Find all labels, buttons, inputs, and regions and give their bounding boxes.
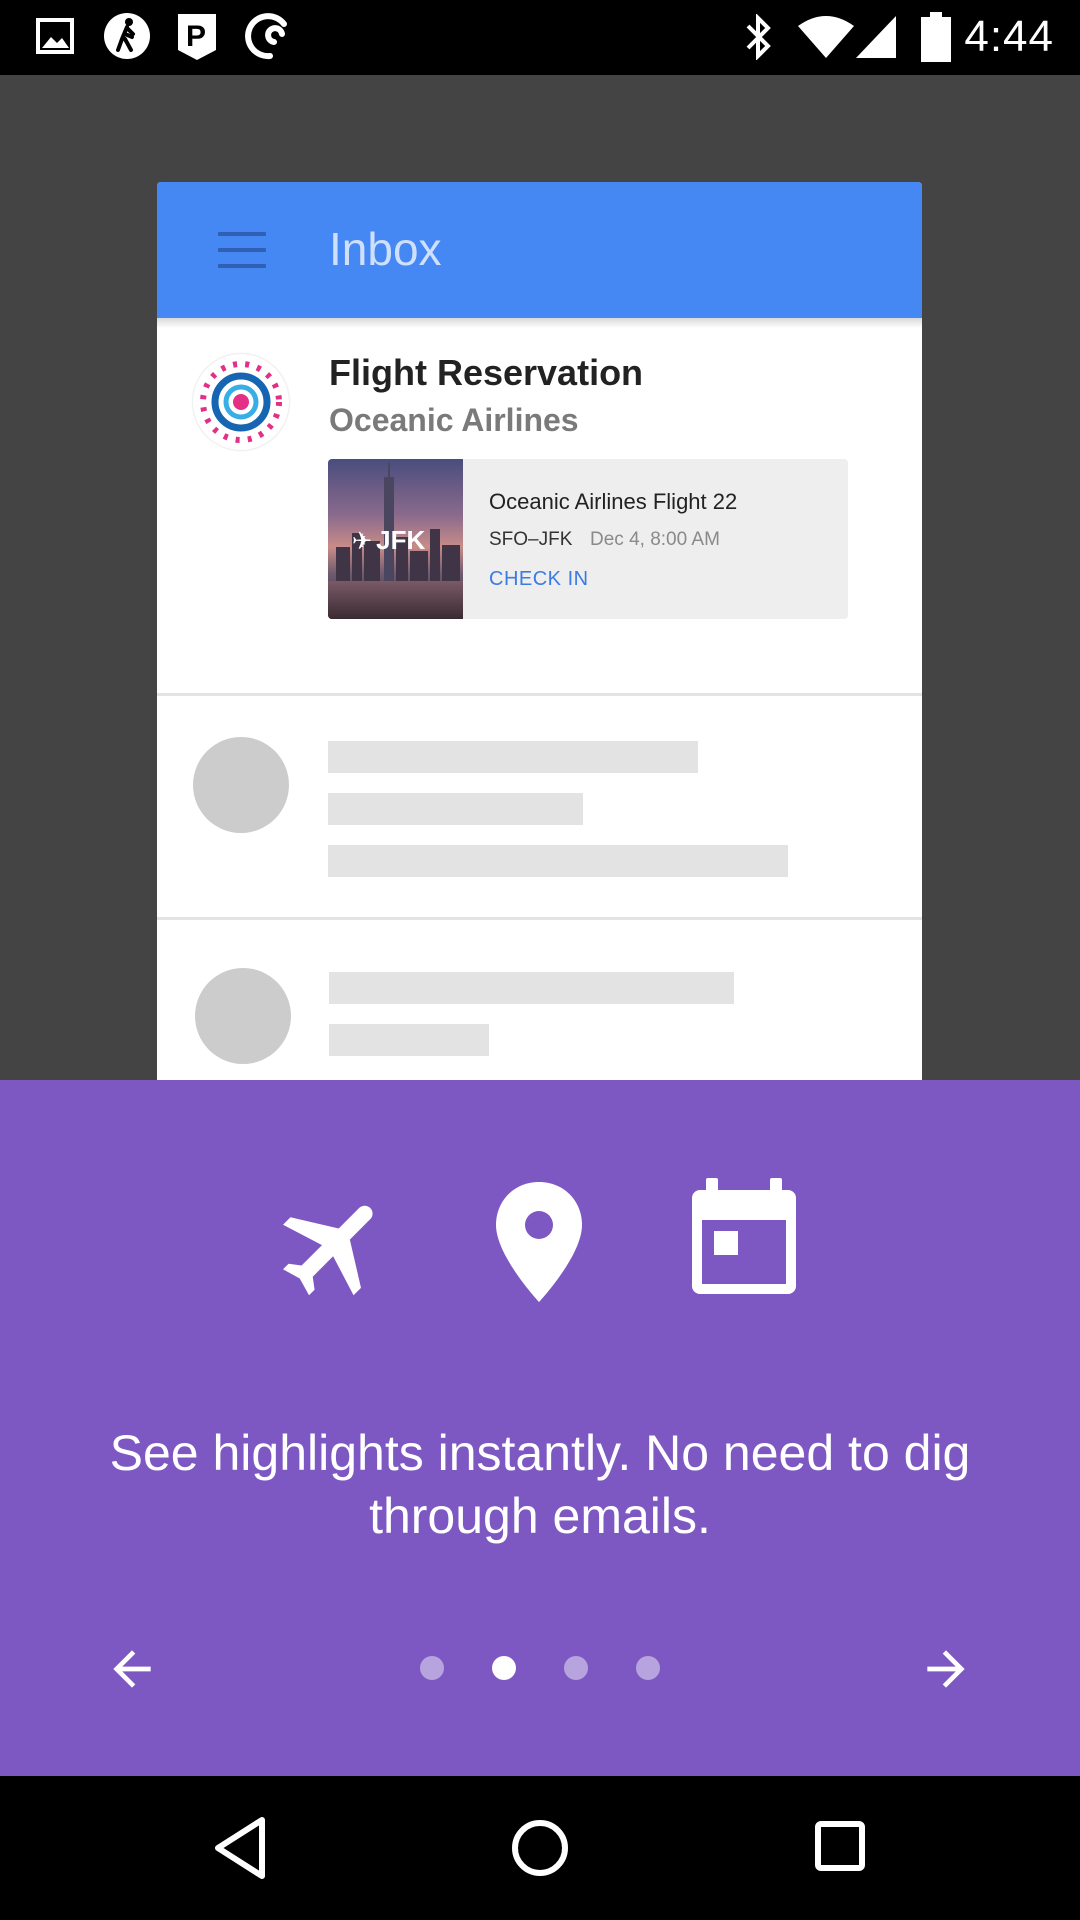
header-shadow bbox=[157, 318, 922, 328]
placeholder-line bbox=[328, 793, 583, 825]
calendar-icon bbox=[692, 1178, 796, 1294]
svg-text:P: P bbox=[186, 20, 206, 53]
sync-icon bbox=[245, 13, 287, 60]
placeholder-line bbox=[328, 741, 698, 773]
location-pin-icon bbox=[496, 1182, 582, 1302]
destination-label: ✈ JFK bbox=[352, 525, 426, 555]
clock: 4:44 bbox=[964, 12, 1054, 61]
page-indicator-dot bbox=[420, 1656, 444, 1680]
message-title: Flight Reservation bbox=[329, 352, 644, 393]
placeholder-avatar bbox=[195, 968, 291, 1064]
message-sender: Oceanic Airlines bbox=[329, 402, 579, 438]
recents-icon[interactable] bbox=[814, 1820, 866, 1872]
plane-icon: ✈ bbox=[352, 528, 373, 555]
placeholder-line bbox=[329, 1024, 489, 1056]
arrow-back-icon[interactable] bbox=[104, 1641, 160, 1697]
wifi-icon bbox=[798, 16, 854, 58]
airline-logo-icon bbox=[193, 354, 289, 450]
airplane-icon bbox=[283, 1205, 373, 1296]
flight-route: SFO–JFK bbox=[489, 529, 573, 550]
inbox-title: Inbox bbox=[329, 223, 442, 275]
battery-icon bbox=[921, 12, 951, 62]
home-icon[interactable] bbox=[510, 1818, 570, 1878]
placeholder-line bbox=[329, 972, 734, 1004]
gallery-icon bbox=[36, 18, 74, 54]
system-nav-bar bbox=[0, 1776, 1080, 1920]
inbox-header: Inbox bbox=[157, 182, 922, 318]
page-indicator-dot bbox=[564, 1656, 588, 1680]
signal-icon bbox=[856, 16, 896, 58]
back-icon[interactable] bbox=[212, 1816, 268, 1880]
city-skyline-image: ✈ JFK bbox=[328, 459, 463, 619]
onboarding-caption: See highlights instantly. No need to dig… bbox=[109, 1425, 971, 1544]
placeholder-line bbox=[328, 845, 788, 877]
menu-icon bbox=[218, 232, 266, 268]
flight-card: ✈ JFK Oceanic Airlines Flight 22 SFO–JFK … bbox=[328, 459, 848, 619]
status-bar: P 4:44 bbox=[0, 0, 1080, 75]
arrow-forward-icon[interactable] bbox=[918, 1641, 974, 1697]
flight-date: Dec 4, 8:00 AM bbox=[590, 529, 720, 550]
flight-name: Oceanic Airlines Flight 22 bbox=[489, 489, 738, 514]
bluetooth-icon bbox=[746, 14, 771, 60]
walk-icon bbox=[104, 13, 150, 59]
page-indicator-dot-active bbox=[492, 1656, 516, 1680]
inbox-preview-card: Inbox Flight Reservation Oceanic Airline… bbox=[157, 182, 922, 1080]
check-in-link: CHECK IN bbox=[489, 568, 589, 590]
divider bbox=[157, 917, 922, 920]
divider bbox=[157, 693, 922, 696]
onboarding-panel: See highlights instantly. No need to dig… bbox=[0, 1080, 1080, 1776]
placeholder-avatar bbox=[193, 737, 289, 833]
page-indicator-dot bbox=[636, 1656, 660, 1680]
parking-icon: P bbox=[178, 14, 216, 60]
illustration-area: Inbox Flight Reservation Oceanic Airline… bbox=[0, 75, 1080, 1080]
